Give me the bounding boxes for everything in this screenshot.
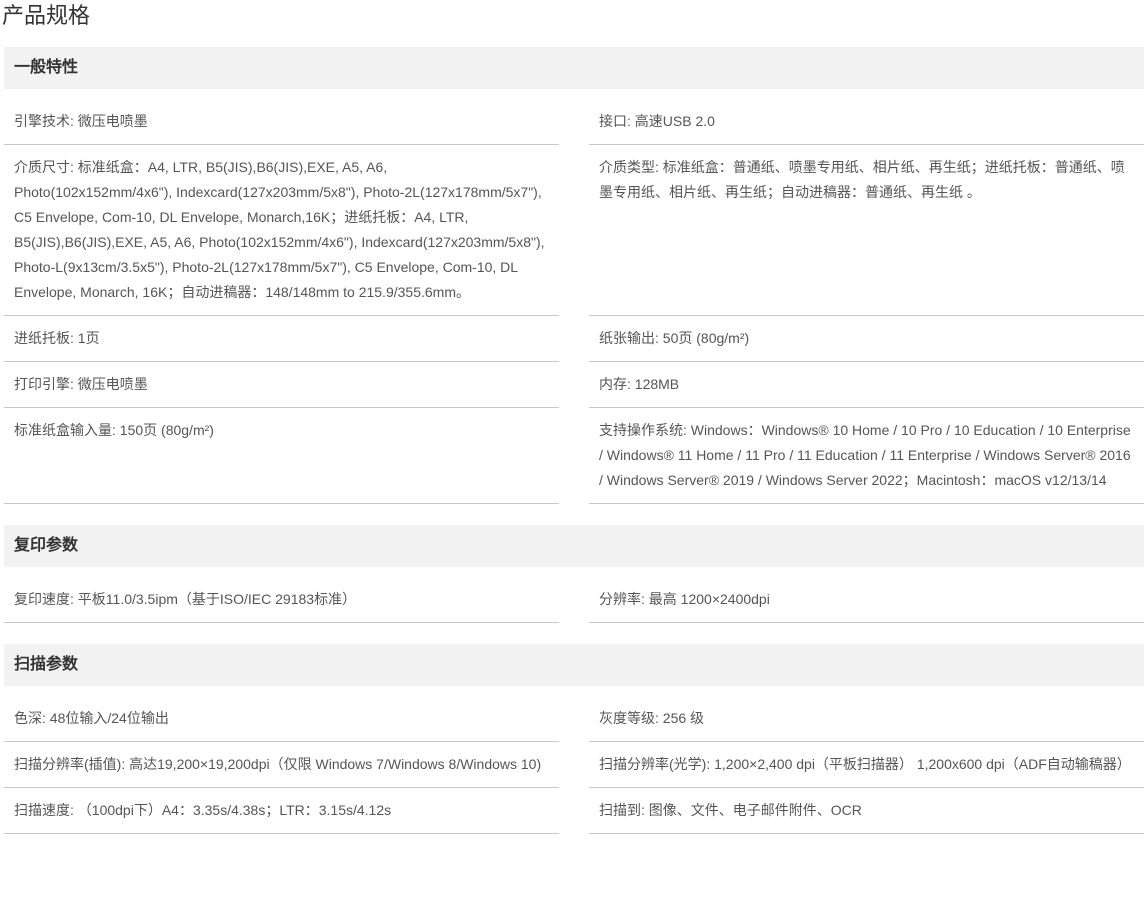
spec-item: 复印速度: 平板11.0/3.5ipm（基于ISO/IEC 29183标准） [4, 567, 559, 623]
spec-value: 48位输入/24位输出 [49, 710, 169, 726]
spec-row: 色深: 48位输入/24位输出 灰度等级: 256 级 [4, 686, 1144, 742]
spec-item: 支持操作系统: Windows：Windows® 10 Home / 10 Pr… [589, 408, 1144, 504]
section-header: 一般特性 [4, 47, 1144, 89]
spec-section: 复印参数 复印速度: 平板11.0/3.5ipm（基于ISO/IEC 29183标… [4, 525, 1144, 623]
spec-value: 1,200×2,400 dpi（平板扫描器） 1,200x600 dpi（ADF… [714, 756, 1131, 772]
spec-value: 标准纸盒：A4, LTR, B5(JIS),B6(JIS),EXE, A5, A… [14, 159, 545, 300]
spec-label: 扫描到: [599, 802, 645, 818]
spec-value: 高达19,200×19,200dpi（仅限 Windows 7/Windows … [129, 756, 542, 772]
spec-item: 灰度等级: 256 级 [589, 686, 1144, 742]
spec-label: 内存: [599, 376, 631, 392]
spec-label: 扫描分辨率(插值): [14, 756, 126, 772]
spec-label: 打印引擎: [14, 376, 74, 392]
spec-row: 进纸托板: 1页 纸张输出: 50页 (80g/m²) [4, 316, 1144, 362]
spec-item: 扫描速度: （100dpi下）A4：3.35s/4.38s；LTR：3.15s/… [4, 788, 559, 834]
spec-row: 引擎技术: 微压电喷墨 接口: 高速USB 2.0 [4, 89, 1144, 145]
spec-label: 介质尺寸: [14, 159, 74, 175]
spec-item: 介质类型: 标准纸盒：普通纸、喷墨专用纸、相片纸、再生纸；进纸托板：普通纸、喷墨… [589, 145, 1144, 316]
spec-row: 扫描分辨率(插值): 高达19,200×19,200dpi（仅限 Windows… [4, 742, 1144, 788]
spec-row: 复印速度: 平板11.0/3.5ipm（基于ISO/IEC 29183标准） 分辨… [4, 567, 1144, 623]
spec-value: 50页 (80g/m²) [662, 330, 750, 346]
spec-value: （100dpi下）A4：3.35s/4.38s；LTR：3.15s/4.12s [77, 802, 392, 818]
spec-label: 纸张输出: [599, 330, 659, 346]
spec-value: 标准纸盒：普通纸、喷墨专用纸、相片纸、再生纸；进纸托板：普通纸、喷墨专用纸、相片… [599, 159, 1125, 200]
spec-section: 一般特性 引擎技术: 微压电喷墨 接口: 高速USB 2.0 介质尺寸: 标准纸盒：A… [4, 47, 1144, 504]
spec-item: 进纸托板: 1页 [4, 316, 559, 362]
spec-value: 256 级 [662, 710, 705, 726]
spec-label: 复印速度: [14, 591, 74, 607]
spec-value: 1页 [77, 330, 100, 346]
spec-item: 介质尺寸: 标准纸盒：A4, LTR, B5(JIS),B6(JIS),EXE,… [4, 145, 559, 316]
spec-label: 支持操作系统: [599, 422, 687, 438]
spec-row: 打印引擎: 微压电喷墨 内存: 128MB [4, 362, 1144, 408]
spec-label: 接口: [599, 113, 631, 129]
spec-value: 微压电喷墨 [77, 113, 148, 129]
spec-value: 150页 (80g/m²) [119, 422, 214, 438]
spec-item: 内存: 128MB [589, 362, 1144, 408]
spec-row: 标准纸盒输入量: 150页 (80g/m²) 支持操作系统: Windows：Wi… [4, 408, 1144, 504]
section-header: 复印参数 [4, 525, 1144, 567]
spec-label: 扫描分辨率(光学): [599, 756, 711, 772]
spec-value: 128MB [634, 376, 680, 392]
spec-item: 标准纸盒输入量: 150页 (80g/m²) [4, 408, 559, 504]
spec-label: 引擎技术: [14, 113, 74, 129]
spec-section: 扫描参数 色深: 48位输入/24位输出 灰度等级: 256 级扫描分辨率(插值):… [4, 644, 1144, 834]
spec-label: 介质类型: [599, 159, 659, 175]
spec-label: 分辨率: [599, 591, 645, 607]
spec-label: 标准纸盒输入量: [14, 422, 116, 438]
spec-item: 扫描到: 图像、文件、电子邮件附件、OCR [589, 788, 1144, 834]
spec-value: 最高 1200×2400dpi [648, 591, 770, 607]
spec-label: 进纸托板: [14, 330, 74, 346]
page-title: 产品规格 [2, 3, 91, 28]
spec-sections: 一般特性 引擎技术: 微压电喷墨 接口: 高速USB 2.0 介质尺寸: 标准纸盒：A… [0, 47, 1146, 834]
spec-item: 分辨率: 最高 1200×2400dpi [589, 567, 1144, 623]
spec-item: 纸张输出: 50页 (80g/m²) [589, 316, 1144, 362]
spec-item: 打印引擎: 微压电喷墨 [4, 362, 559, 408]
spec-value: 图像、文件、电子邮件附件、OCR [648, 802, 862, 818]
spec-item: 接口: 高速USB 2.0 [589, 89, 1144, 145]
spec-item: 扫描分辨率(光学): 1,200×2,400 dpi（平板扫描器） 1,200x… [589, 742, 1144, 788]
spec-item: 引擎技术: 微压电喷墨 [4, 89, 559, 145]
spec-row: 扫描速度: （100dpi下）A4：3.35s/4.38s；LTR：3.15s/… [4, 788, 1144, 834]
section-header: 扫描参数 [4, 644, 1144, 686]
spec-item: 色深: 48位输入/24位输出 [4, 686, 559, 742]
spec-row: 介质尺寸: 标准纸盒：A4, LTR, B5(JIS),B6(JIS),EXE,… [4, 145, 1144, 316]
spec-value: 高速USB 2.0 [634, 113, 715, 129]
spec-label: 色深: [14, 710, 46, 726]
spec-label: 扫描速度: [14, 802, 74, 818]
spec-item: 扫描分辨率(插值): 高达19,200×19,200dpi（仅限 Windows… [4, 742, 559, 788]
spec-label: 灰度等级: [599, 710, 659, 726]
spec-value: 平板11.0/3.5ipm（基于ISO/IEC 29183标准） [77, 591, 357, 607]
spec-value: 微压电喷墨 [77, 376, 148, 392]
